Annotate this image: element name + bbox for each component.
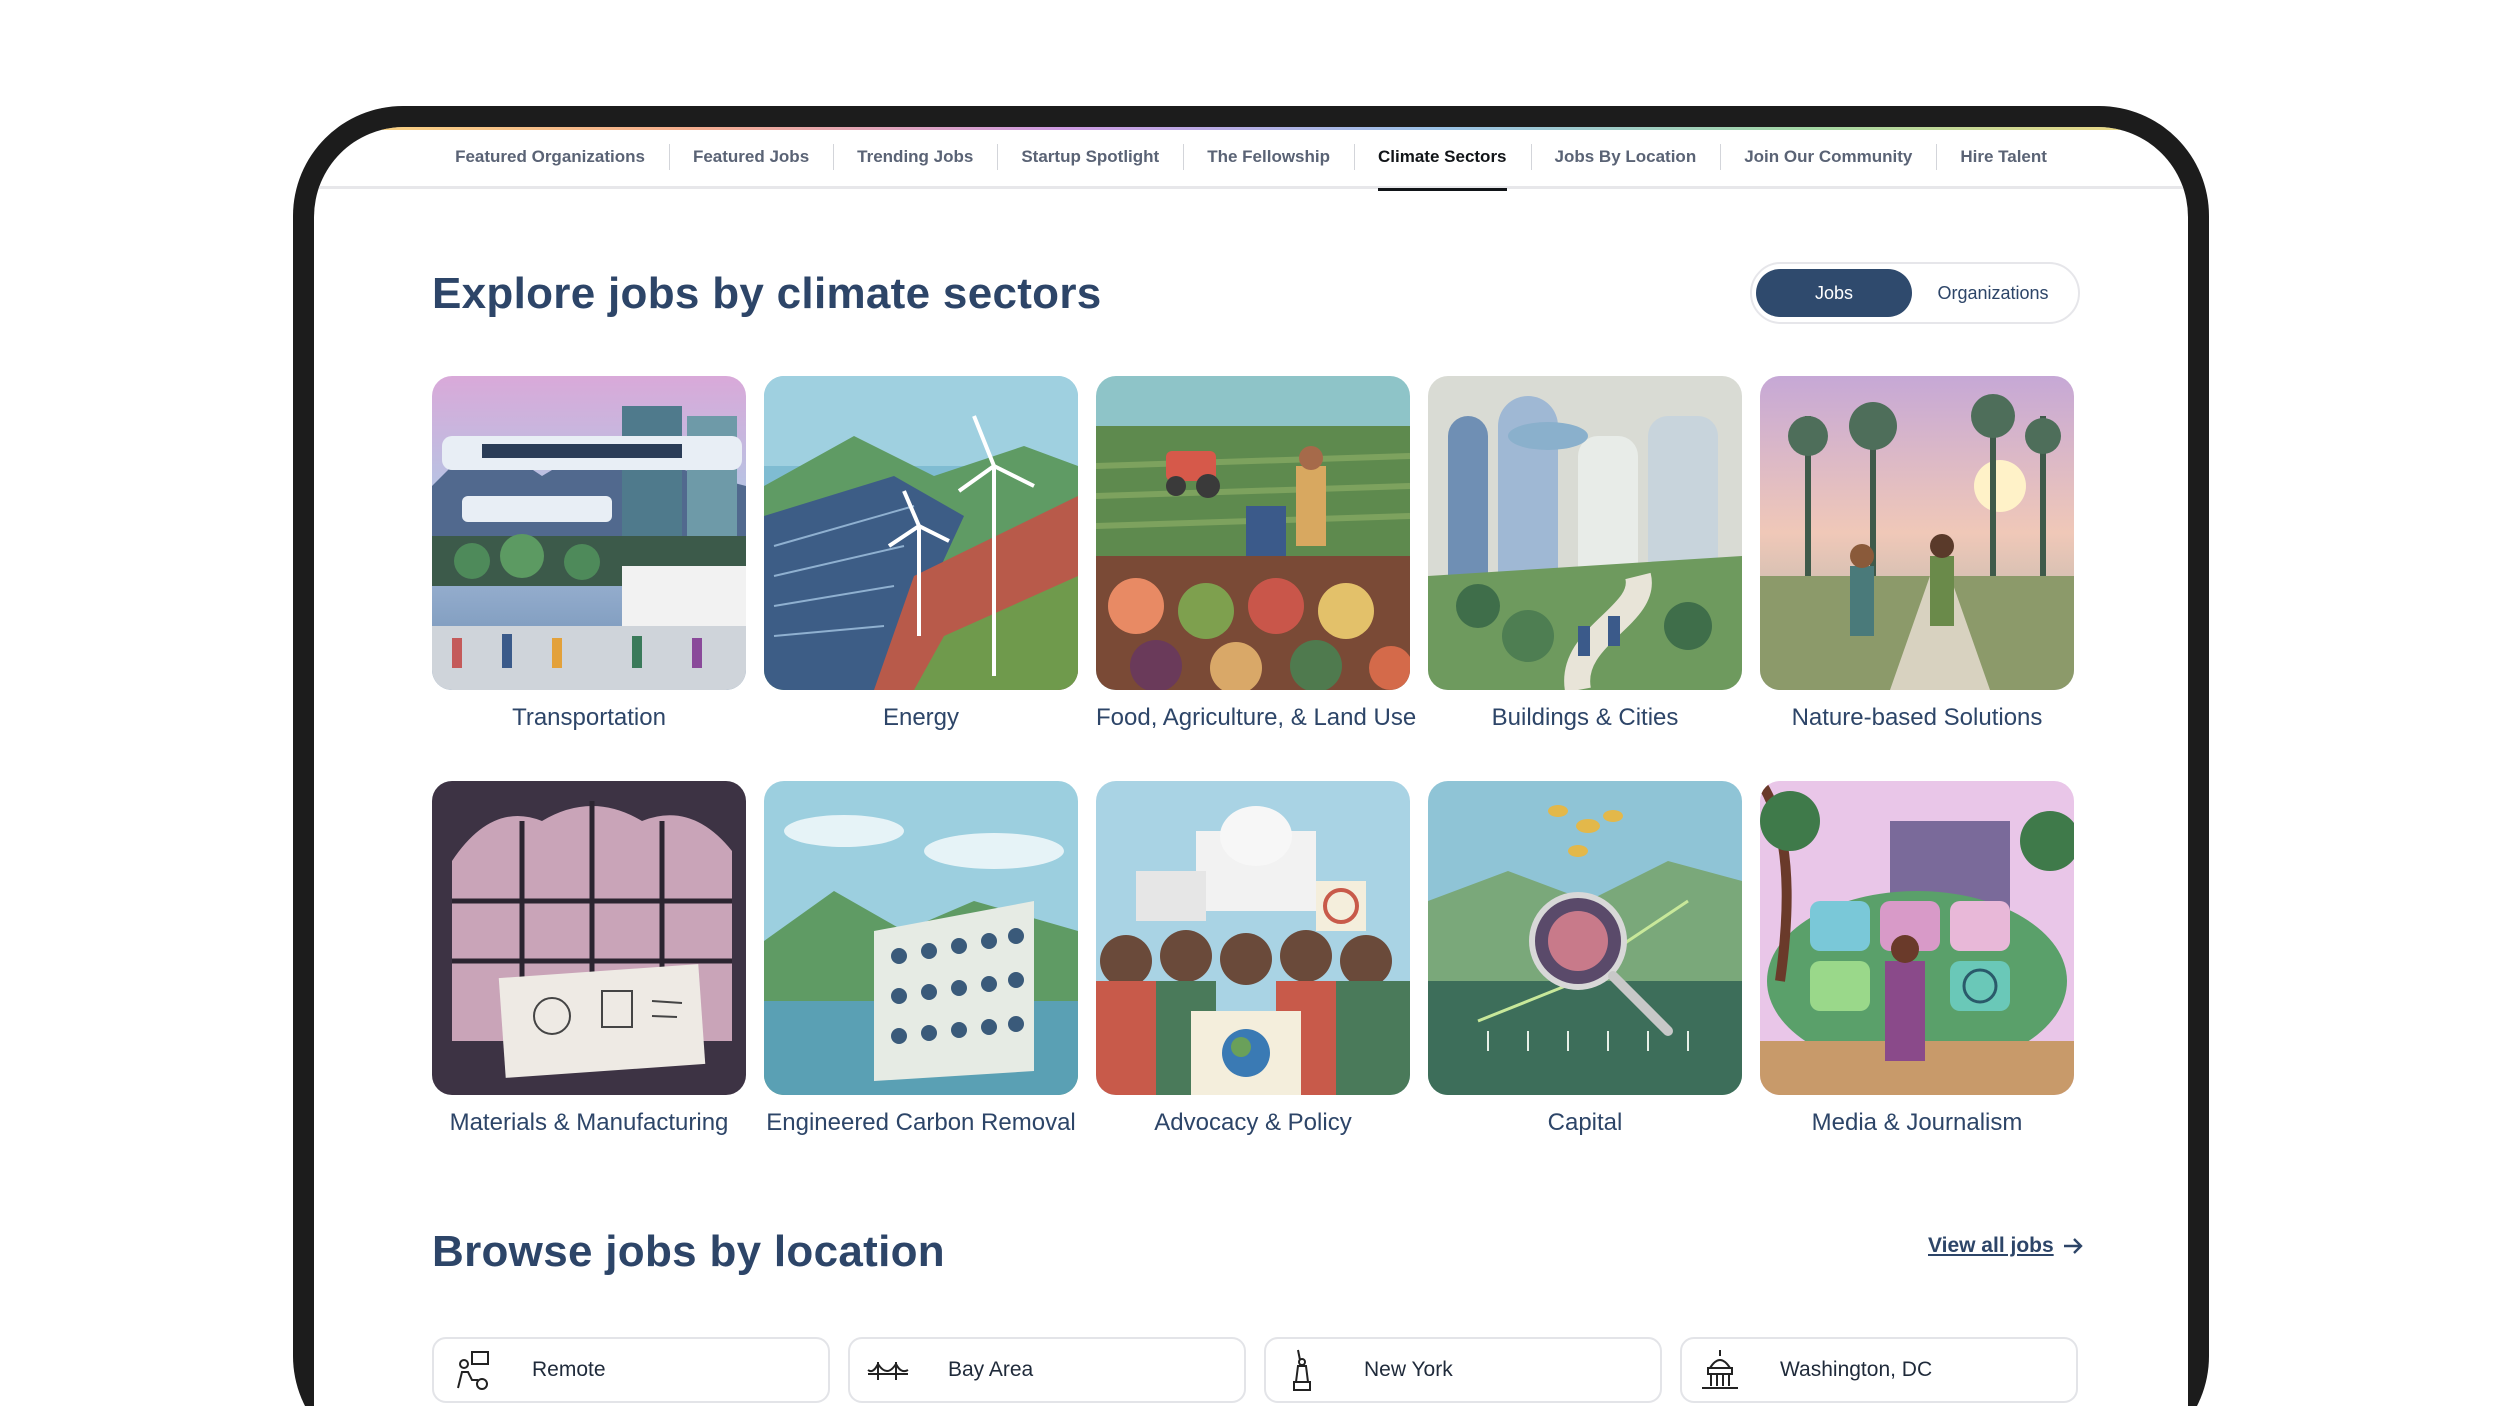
carbon-removal-illustration xyxy=(764,781,1078,1095)
tab-hire-talent[interactable]: Hire Talent xyxy=(1936,127,2071,188)
sector-label: Materials & Manufacturing xyxy=(449,1109,729,1136)
sector-label: Energy xyxy=(882,704,960,731)
golden-gate-bridge-icon xyxy=(864,1346,912,1394)
remote-worker-icon xyxy=(448,1346,496,1394)
sector-card-buildings-cities[interactable]: Buildings & Cities xyxy=(1428,376,1742,732)
sector-label: Media & Journalism xyxy=(1811,1109,2023,1136)
nature-solutions-illustration xyxy=(1760,376,2074,690)
view-all-jobs-label: View all jobs xyxy=(1928,1234,2054,1257)
location-card-bay-area[interactable]: Bay Area xyxy=(848,1337,1246,1403)
sector-card-energy[interactable]: Energy xyxy=(764,376,1078,732)
capital-illustration xyxy=(1428,781,1742,1095)
sector-card-nature-based-solutions[interactable]: Nature-based Solutions xyxy=(1760,376,2074,732)
tab-featured-jobs[interactable]: Featured Jobs xyxy=(668,127,833,188)
sector-label: Advocacy & Policy xyxy=(1154,1109,1352,1136)
toggle-organizations-button[interactable]: Organizations xyxy=(1912,269,2074,317)
toggle-jobs-button[interactable]: Jobs xyxy=(1756,269,1912,317)
sectors-title: Explore jobs by climate sectors xyxy=(432,269,1102,318)
location-label: Bay Area xyxy=(948,1358,1034,1381)
sector-label: Food, Agriculture, & Land Use xyxy=(1096,704,1417,731)
buildings-cities-illustration xyxy=(1428,376,1742,690)
sector-card-capital[interactable]: Capital xyxy=(1428,781,1742,1137)
location-card-new-york[interactable]: New York xyxy=(1264,1337,1662,1403)
sector-label: Nature-based Solutions xyxy=(1791,704,2043,731)
tab-startup-spotlight[interactable]: Startup Spotlight xyxy=(997,127,1183,188)
materials-manufacturing-illustration xyxy=(432,781,746,1095)
energy-illustration xyxy=(764,376,1078,690)
location-label: Washington, DC xyxy=(1780,1358,1933,1381)
sector-card-engineered-carbon-removal[interactable]: Engineered Carbon Removal xyxy=(764,781,1078,1137)
tab-the-fellowship[interactable]: The Fellowship xyxy=(1183,127,1354,188)
capitol-building-icon xyxy=(1696,1346,1744,1394)
view-all-jobs-link[interactable]: View all jobs xyxy=(1928,1234,2084,1258)
sector-card-materials-manufacturing[interactable]: Materials & Manufacturing xyxy=(432,781,746,1137)
food-agriculture-illustration xyxy=(1096,376,1410,690)
sector-label: Transportation xyxy=(512,704,666,731)
jobs-organizations-toggle: Jobs Organizations xyxy=(1750,262,2080,324)
sector-card-advocacy-policy[interactable]: Advocacy & Policy xyxy=(1096,781,1410,1137)
location-card-remote[interactable]: Remote xyxy=(432,1337,830,1403)
sector-label: Buildings & Cities xyxy=(1491,704,1679,731)
transportation-illustration xyxy=(432,376,746,690)
sector-label: Capital xyxy=(1547,1109,1623,1136)
sector-card-media-journalism[interactable]: Media & Journalism xyxy=(1760,781,2074,1137)
location-title: Browse jobs by location xyxy=(432,1227,945,1276)
media-journalism-illustration xyxy=(1760,781,2074,1095)
statue-of-liberty-icon xyxy=(1280,1346,1328,1394)
location-label: New York xyxy=(1364,1358,1453,1381)
tab-join-our-community[interactable]: Join Our Community xyxy=(1720,127,1936,188)
top-nav: Featured Organizations Featured Jobs Tre… xyxy=(314,127,2188,191)
sector-card-transportation[interactable]: Transportation xyxy=(432,376,746,732)
tab-jobs-by-location[interactable]: Jobs By Location xyxy=(1530,127,1721,188)
advocacy-policy-illustration xyxy=(1096,781,1410,1095)
sector-label: Engineered Carbon Removal xyxy=(766,1109,1076,1136)
screen: Featured Organizations Featured Jobs Tre… xyxy=(314,127,2188,1406)
tab-climate-sectors[interactable]: Climate Sectors xyxy=(1354,127,1531,191)
tab-featured-organizations[interactable]: Featured Organizations xyxy=(431,127,669,188)
tab-trending-jobs[interactable]: Trending Jobs xyxy=(833,127,997,188)
location-card-washington-dc[interactable]: Washington, DC xyxy=(1680,1337,2078,1403)
location-label: Remote xyxy=(532,1358,606,1381)
sector-card-food-agriculture[interactable]: Food, Agriculture, & Land Use xyxy=(1096,376,1417,732)
arrow-right-icon xyxy=(2063,1238,2083,1254)
